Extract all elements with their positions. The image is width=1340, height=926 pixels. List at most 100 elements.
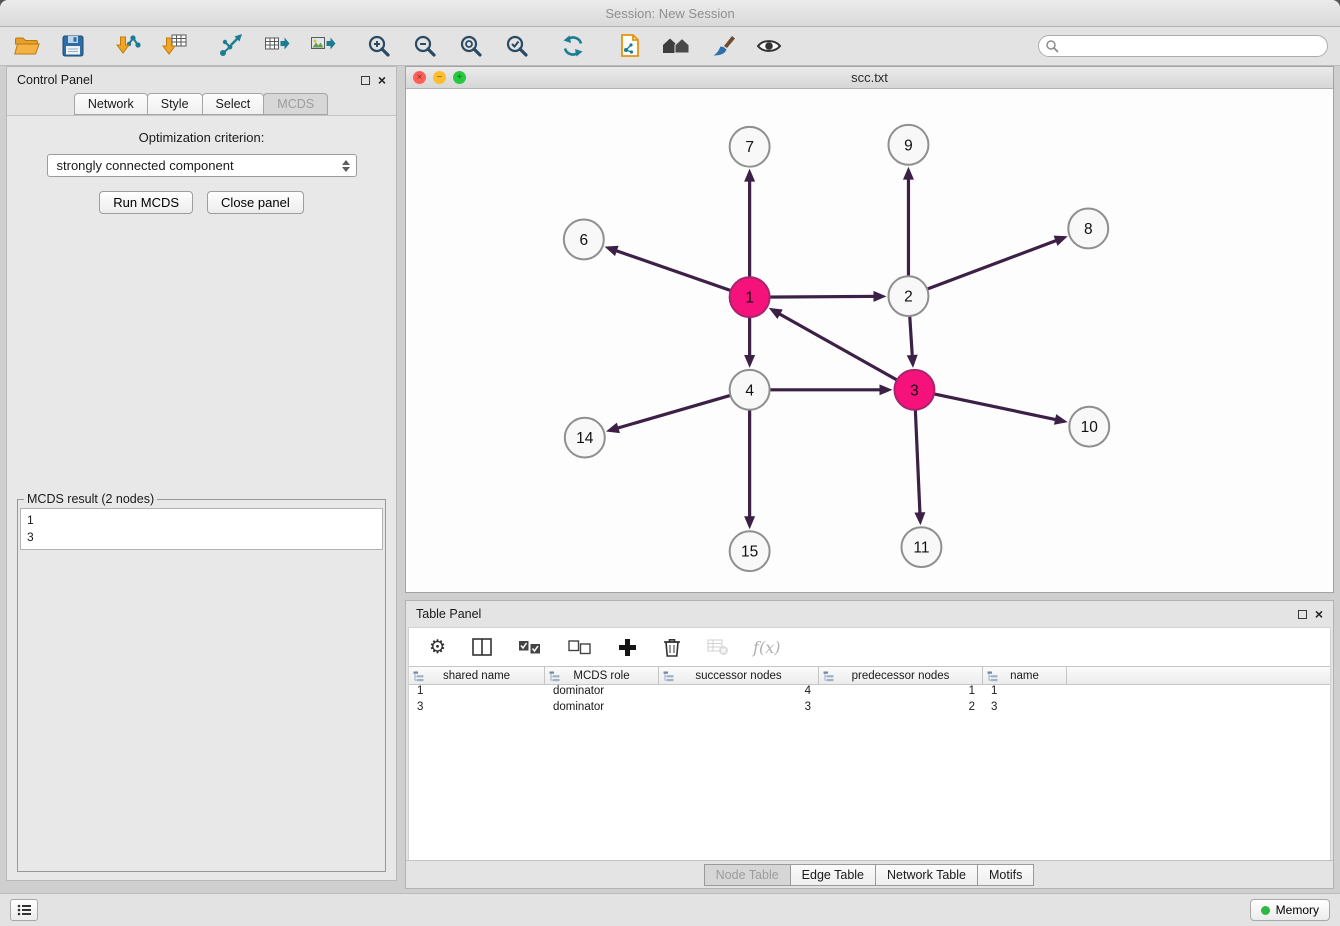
graph-edge-3-10[interactable] bbox=[914, 390, 1067, 425]
zoom-selected-icon[interactable] bbox=[502, 31, 532, 61]
tab-motifs[interactable]: Motifs bbox=[977, 864, 1034, 886]
column-header-shared-name[interactable]: shared name bbox=[409, 667, 545, 684]
memory-label: Memory bbox=[1276, 903, 1319, 917]
table-settings-icon[interactable]: ⚙ bbox=[427, 636, 448, 659]
zoom-fit-icon[interactable] bbox=[456, 31, 486, 61]
deselect-all-icon[interactable] bbox=[566, 638, 594, 657]
graph-node-8[interactable]: 8 bbox=[1068, 209, 1108, 249]
refresh-icon[interactable] bbox=[558, 31, 588, 61]
graph-node-1[interactable]: 1 bbox=[730, 277, 770, 317]
close-panel-button[interactable]: Close panel bbox=[207, 191, 304, 214]
tab-network[interactable]: Network bbox=[74, 93, 148, 115]
import-table-icon[interactable] bbox=[160, 31, 190, 61]
save-session-icon[interactable] bbox=[58, 31, 88, 61]
run-mcds-button[interactable]: Run MCDS bbox=[99, 191, 193, 214]
tab-edge-table[interactable]: Edge Table bbox=[790, 864, 876, 886]
zoom-out-icon[interactable] bbox=[410, 31, 440, 61]
close-panel-icon[interactable]: × bbox=[378, 73, 386, 87]
column-label: MCDS role bbox=[573, 670, 629, 682]
zoom-group bbox=[364, 31, 532, 61]
select-all-icon[interactable] bbox=[516, 638, 544, 657]
import-network-icon[interactable] bbox=[114, 31, 144, 61]
graph-node-9[interactable]: 9 bbox=[888, 125, 928, 165]
graph-edge-4-3[interactable] bbox=[750, 384, 893, 395]
graph-node-10[interactable]: 10 bbox=[1069, 407, 1109, 447]
minimize-window-icon[interactable]: − bbox=[433, 71, 446, 84]
column-header-predecessor-nodes[interactable]: predecessor nodes bbox=[819, 667, 983, 684]
paintbrush-icon[interactable] bbox=[708, 31, 738, 61]
optimization-dropdown[interactable]: strongly connected component bbox=[47, 154, 357, 177]
node-label: 8 bbox=[1084, 221, 1093, 238]
graph-node-6[interactable]: 6 bbox=[564, 219, 604, 259]
traffic-lights: × − + bbox=[413, 71, 466, 84]
tab-node-table[interactable]: Node Table bbox=[704, 864, 791, 886]
network-canvas[interactable]: 1 2 3 4 6 7 8 9 10 11 14 15 bbox=[406, 89, 1333, 592]
table-cell: dominator bbox=[545, 685, 659, 701]
mcds-result-item[interactable]: 3 bbox=[27, 529, 376, 546]
delete-table-icon-disabled bbox=[705, 637, 731, 658]
edge-arrowhead bbox=[873, 291, 886, 302]
show-columns-icon[interactable] bbox=[470, 636, 494, 658]
graph-node-11[interactable]: 11 bbox=[901, 527, 941, 567]
table-row[interactable]: 3dominator323 bbox=[409, 701, 1330, 717]
export-table-icon[interactable] bbox=[262, 31, 292, 61]
dropdown-value: strongly connected component bbox=[57, 158, 234, 173]
zoom-in-icon[interactable] bbox=[364, 31, 394, 61]
graph-edge-1-6[interactable] bbox=[605, 246, 750, 297]
table-panel-title: Table Panel bbox=[416, 607, 481, 621]
graph-node-14[interactable]: 14 bbox=[565, 418, 605, 458]
edge-arrowhead bbox=[744, 355, 755, 368]
maximize-window-icon[interactable]: + bbox=[453, 71, 466, 84]
edge-arrowhead bbox=[605, 246, 619, 256]
right-column: × − + scc.txt 1234678910111415 Table Pan… bbox=[397, 66, 1334, 893]
table-row[interactable]: 1dominator411 bbox=[409, 685, 1330, 701]
edge-arrowhead bbox=[903, 167, 914, 180]
mcds-result-list[interactable]: 13 bbox=[20, 508, 383, 550]
graph-node-2[interactable]: 2 bbox=[888, 276, 928, 316]
control-panel-tabs: Network Style Select MCDS bbox=[7, 93, 396, 115]
graph-node-4[interactable]: 4 bbox=[730, 370, 770, 410]
graph-node-15[interactable]: 15 bbox=[730, 531, 770, 571]
table-toolbar: ⚙ bbox=[409, 628, 1330, 666]
close-table-panel-icon[interactable]: × bbox=[1315, 607, 1323, 621]
eye-icon[interactable] bbox=[754, 31, 784, 61]
open-session-icon[interactable] bbox=[12, 31, 42, 61]
close-window-icon[interactable]: × bbox=[413, 71, 426, 84]
float-panel-icon[interactable] bbox=[361, 76, 370, 85]
memory-button[interactable]: Memory bbox=[1250, 899, 1330, 921]
table-header-row: shared name MCDS role successor nodes bbox=[409, 666, 1330, 685]
column-header-successor-nodes[interactable]: successor nodes bbox=[659, 667, 819, 684]
tab-mcds[interactable]: MCDS bbox=[263, 93, 328, 115]
graph-node-7[interactable]: 7 bbox=[730, 127, 770, 167]
float-table-panel-icon[interactable] bbox=[1298, 610, 1307, 619]
add-column-icon[interactable] bbox=[616, 636, 639, 659]
tab-network-table[interactable]: Network Table bbox=[875, 864, 978, 886]
show-panels-icon[interactable] bbox=[10, 899, 38, 921]
table-panel: Table Panel × ⚙ bbox=[405, 600, 1334, 889]
network-from-selection-icon[interactable] bbox=[614, 31, 644, 61]
home-views-icon[interactable] bbox=[660, 31, 692, 61]
search-input[interactable] bbox=[1038, 35, 1328, 57]
column-label: successor nodes bbox=[695, 670, 781, 682]
function-builder-icon: f(x) bbox=[753, 638, 780, 657]
mcds-result-item[interactable]: 1 bbox=[27, 512, 376, 529]
graph-edge-3-1[interactable] bbox=[769, 308, 915, 390]
graph-edge-4-14[interactable] bbox=[606, 390, 750, 433]
delete-column-icon[interactable] bbox=[661, 635, 683, 659]
table-panel-header: Table Panel × bbox=[406, 601, 1333, 627]
column-header-mcds-role[interactable]: MCDS role bbox=[545, 667, 659, 684]
export-image-icon[interactable] bbox=[308, 31, 338, 61]
control-panel: Control Panel × Network Style Select MCD… bbox=[6, 66, 397, 881]
export-network-icon[interactable] bbox=[216, 31, 246, 61]
column-header-name[interactable]: name bbox=[983, 667, 1067, 684]
network-window: × − + scc.txt 1234678910111415 bbox=[405, 66, 1334, 593]
search-icon bbox=[1045, 39, 1059, 56]
sort-icon bbox=[413, 671, 424, 685]
graph-edge-2-8[interactable] bbox=[908, 236, 1067, 297]
control-panel-title: Control Panel bbox=[17, 73, 93, 87]
tab-style[interactable]: Style bbox=[147, 93, 203, 115]
node-label: 7 bbox=[745, 139, 754, 156]
column-label: predecessor nodes bbox=[852, 670, 950, 682]
graph-node-3[interactable]: 3 bbox=[894, 370, 934, 410]
tab-select[interactable]: Select bbox=[202, 93, 265, 115]
